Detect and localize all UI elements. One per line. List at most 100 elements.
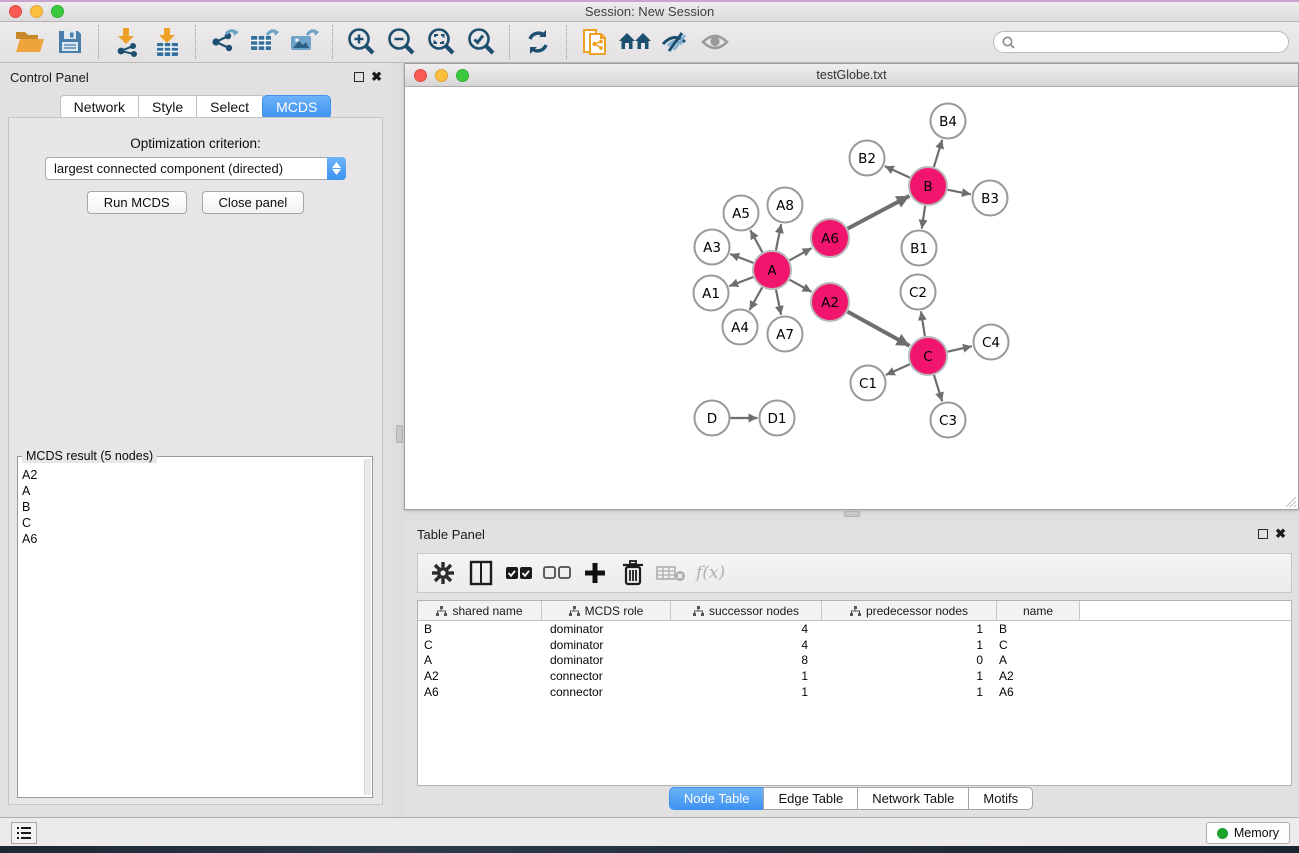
edge-C-C1[interactable] xyxy=(886,364,910,375)
column-header-predecessor-nodes[interactable]: predecessor nodes xyxy=(822,601,997,620)
import-network-icon[interactable] xyxy=(107,24,147,60)
edge-A-A3[interactable] xyxy=(730,254,753,263)
select-all-icon[interactable] xyxy=(500,557,538,589)
result-scrollbar[interactable] xyxy=(364,459,371,795)
column-header-name[interactable]: name xyxy=(997,601,1080,620)
edge-A-A8[interactable] xyxy=(776,224,781,250)
network-canvas[interactable]: B4B2BB3A8A5A6A3B1AC2A1A2A4A7C4CC1C3DD1 xyxy=(406,88,1297,508)
column-header-shared-name[interactable]: shared name xyxy=(418,601,542,620)
edge-B-B3[interactable] xyxy=(948,190,971,194)
edge-A2-C[interactable] xyxy=(848,312,910,346)
result-list-item[interactable]: A xyxy=(22,483,364,499)
search-field[interactable] xyxy=(993,31,1289,53)
edge-A-A5[interactable] xyxy=(750,230,762,252)
edge-A-A2[interactable] xyxy=(790,280,812,292)
cell-successor_nodes: 4 xyxy=(671,622,822,636)
edge-B-B4[interactable] xyxy=(934,140,942,167)
edge-A-A7[interactable] xyxy=(776,290,781,315)
result-list-item[interactable]: C xyxy=(22,515,364,531)
edge-C-C3[interactable] xyxy=(934,375,942,401)
tab-network-table[interactable]: Network Table xyxy=(857,787,969,810)
task-history-button[interactable] xyxy=(11,822,37,844)
close-panel-icon[interactable]: ✖ xyxy=(371,72,382,82)
node-label-A2: A2 xyxy=(821,295,839,311)
float-panel-icon[interactable] xyxy=(354,72,364,82)
edge-B-B1[interactable] xyxy=(922,206,925,229)
export-table-icon[interactable] xyxy=(244,24,284,60)
first-neighbors-icon[interactable] xyxy=(615,24,655,60)
new-network-from-selection-icon[interactable] xyxy=(575,24,615,60)
window-resize-grip[interactable] xyxy=(1283,494,1297,508)
export-network-icon[interactable] xyxy=(204,24,244,60)
run-mcds-button[interactable]: Run MCDS xyxy=(87,191,187,214)
edge-A-A6[interactable] xyxy=(790,248,812,260)
table-row[interactable]: Adominator80A xyxy=(418,653,1291,669)
main-titlebar[interactable]: Session: New Session xyxy=(0,2,1299,22)
criterion-dropdown[interactable]: largest connected component (directed) xyxy=(45,157,346,180)
float-table-panel-icon[interactable] xyxy=(1258,529,1268,539)
tab-motifs[interactable]: Motifs xyxy=(968,787,1033,810)
edge-A-A4[interactable] xyxy=(750,287,763,310)
tab-mcds[interactable]: MCDS xyxy=(262,95,331,119)
edge-B-B2[interactable] xyxy=(885,166,910,178)
zoom-in-icon[interactable] xyxy=(341,24,381,60)
cell-mcds_role: connector xyxy=(542,669,671,683)
zoom-fit-icon[interactable] xyxy=(421,24,461,60)
open-file-icon[interactable] xyxy=(10,24,50,60)
tab-style[interactable]: Style xyxy=(138,95,197,119)
save-session-icon[interactable] xyxy=(50,24,90,60)
criterion-dropdown-value: largest connected component (directed) xyxy=(45,157,327,180)
export-image-icon[interactable] xyxy=(284,24,324,60)
node-label-A3: A3 xyxy=(703,240,721,256)
control-panel-tabs: NetworkStyleSelectMCDS xyxy=(0,95,392,119)
network-graph[interactable]: B4B2BB3A8A5A6A3B1AC2A1A2A4A7C4CC1C3DD1 xyxy=(406,88,1299,510)
horizontal-splitter-handle[interactable] xyxy=(844,511,860,517)
zoom-selected-icon[interactable] xyxy=(461,24,501,60)
table-row[interactable]: A2connector11A2 xyxy=(418,668,1291,684)
cell-shared_name: C xyxy=(418,638,542,652)
table-panel-header: Table Panel ✖ xyxy=(404,520,1299,548)
zoom-out-icon[interactable] xyxy=(381,24,421,60)
memory-button[interactable]: Memory xyxy=(1206,822,1290,844)
function-builder-icon[interactable]: f(x) xyxy=(696,563,725,583)
add-row-icon[interactable] xyxy=(576,557,614,589)
node-label-D1: D1 xyxy=(768,411,787,427)
result-list-item[interactable]: A6 xyxy=(22,531,364,547)
close-panel-button[interactable]: Close panel xyxy=(202,191,305,214)
close-table-panel-icon[interactable]: ✖ xyxy=(1275,529,1286,539)
cell-predecessor_nodes: 1 xyxy=(822,669,997,683)
show-all-icon[interactable] xyxy=(695,24,735,60)
node-table[interactable]: shared nameMCDS rolesuccessor nodesprede… xyxy=(417,600,1292,786)
result-list-item[interactable]: A2 xyxy=(22,467,364,483)
table-row[interactable]: A6connector11A6 xyxy=(418,684,1291,700)
result-list-item[interactable]: B xyxy=(22,499,364,515)
tab-node-table[interactable]: Node Table xyxy=(669,787,765,810)
delete-table-icon[interactable] xyxy=(652,557,690,589)
search-input[interactable] xyxy=(1020,35,1280,49)
edge-C-C2[interactable] xyxy=(921,311,925,336)
network-view-window[interactable]: testGlobe.txt B4B2BB3A8A5A6A3B1AC2A1A2A4… xyxy=(404,63,1299,510)
edge-A6-B[interactable] xyxy=(848,196,910,229)
cell-predecessor_nodes: 1 xyxy=(822,622,997,636)
node-label-B: B xyxy=(923,179,932,195)
show-column-icon[interactable] xyxy=(462,557,500,589)
table-settings-icon[interactable] xyxy=(424,557,462,589)
refresh-icon[interactable] xyxy=(518,24,558,60)
delete-row-icon[interactable] xyxy=(614,557,652,589)
table-panel: Table Panel ✖ f(x) shared nameMCDS roles… xyxy=(404,520,1299,817)
edge-A-A1[interactable] xyxy=(729,277,753,286)
network-window-titlebar[interactable]: testGlobe.txt xyxy=(405,64,1298,87)
deselect-all-icon[interactable] xyxy=(538,557,576,589)
table-row[interactable]: Bdominator41B xyxy=(418,621,1291,637)
tab-select[interactable]: Select xyxy=(196,95,263,119)
tab-edge-table[interactable]: Edge Table xyxy=(763,787,858,810)
tab-network[interactable]: Network xyxy=(60,95,139,119)
vertical-splitter-handle[interactable] xyxy=(396,425,403,443)
column-header-successor-nodes[interactable]: successor nodes xyxy=(671,601,822,620)
import-table-icon[interactable] xyxy=(147,24,187,60)
table-row[interactable]: Cdominator41C xyxy=(418,637,1291,653)
column-header-MCDS-role[interactable]: MCDS role xyxy=(542,601,671,620)
mcds-result-list[interactable]: A2ABCA6 xyxy=(22,467,364,795)
edge-C-C4[interactable] xyxy=(948,346,972,351)
hide-selected-icon[interactable] xyxy=(655,24,695,60)
